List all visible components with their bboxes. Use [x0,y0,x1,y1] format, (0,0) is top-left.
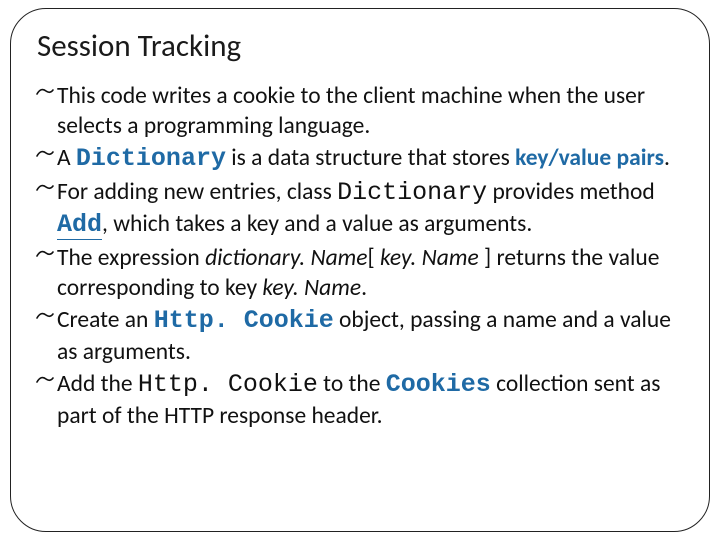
httpcookie-code: Http. [154,306,244,335]
bullet-item: A Dictionary is a data structure that st… [35,143,685,175]
bullet-text: Add the Http. Cookie to the Cookies coll… [57,369,685,431]
bullet-text: For adding new entries, class Dictionary… [57,177,685,241]
text-run: Add the [57,370,138,398]
bullet-icon [35,305,55,334]
bullet-icon [35,177,55,206]
text-run: For adding new entries, class [57,178,337,206]
bullet-item: This code writes a cookie to the client … [35,81,685,141]
keyvalue-term: key/value pairs [515,144,664,172]
text-run: This code writes a cookie to the client … [57,82,645,140]
dictionary-code: Dictionary [76,144,226,173]
bullet-item: Create an Http. Cookie object, passing a… [35,305,685,367]
bullet-item: The expression dictionary. Name[ key. Na… [35,243,685,303]
expr-keyname: key. Name [380,244,479,272]
text-run: . [361,274,367,302]
text-run: . [664,144,670,172]
cookies-collection: Cookies [386,370,491,399]
httpcookie-code: Cookie [228,370,318,399]
expr-keyname: key. Name [262,274,361,302]
text-run: The expression [57,244,205,272]
text-run: [ [368,244,381,272]
slide-frame: Session Tracking This code writes a cook… [10,8,710,532]
text-run: to the [318,370,386,398]
bullet-icon [35,243,55,272]
bullet-text: The expression dictionary. Name[ key. Na… [57,243,685,303]
bullet-icon [35,369,55,398]
text-run: Create an [57,306,154,334]
bullet-text: A Dictionary is a data structure that st… [57,143,685,175]
httpcookie-code: Cookie [244,306,334,335]
bullet-item: For adding new entries, class Dictionary… [35,177,685,241]
expr-dictionaryname: dictionary. Name [205,244,367,272]
slide-title: Session Tracking [37,27,685,65]
text-run: provides method [487,178,655,206]
bullet-icon [35,143,55,172]
slide: Session Tracking This code writes a cook… [0,0,720,540]
text-run: A [57,144,76,172]
slide-content: This code writes a cookie to the client … [35,81,685,431]
bullet-item: Add the Http. Cookie to the Cookies coll… [35,369,685,431]
text-run: is a data structure that stores [226,144,515,172]
bullet-icon [35,81,55,110]
bullet-text: This code writes a cookie to the client … [57,81,685,141]
text-run: , which takes a key and a value as argum… [102,210,532,238]
dictionary-code: Dictionary [337,178,487,207]
bullet-text: Create an Http. Cookie object, passing a… [57,305,685,367]
add-method: Add [57,210,102,240]
httpcookie-code: Http. [138,370,228,399]
